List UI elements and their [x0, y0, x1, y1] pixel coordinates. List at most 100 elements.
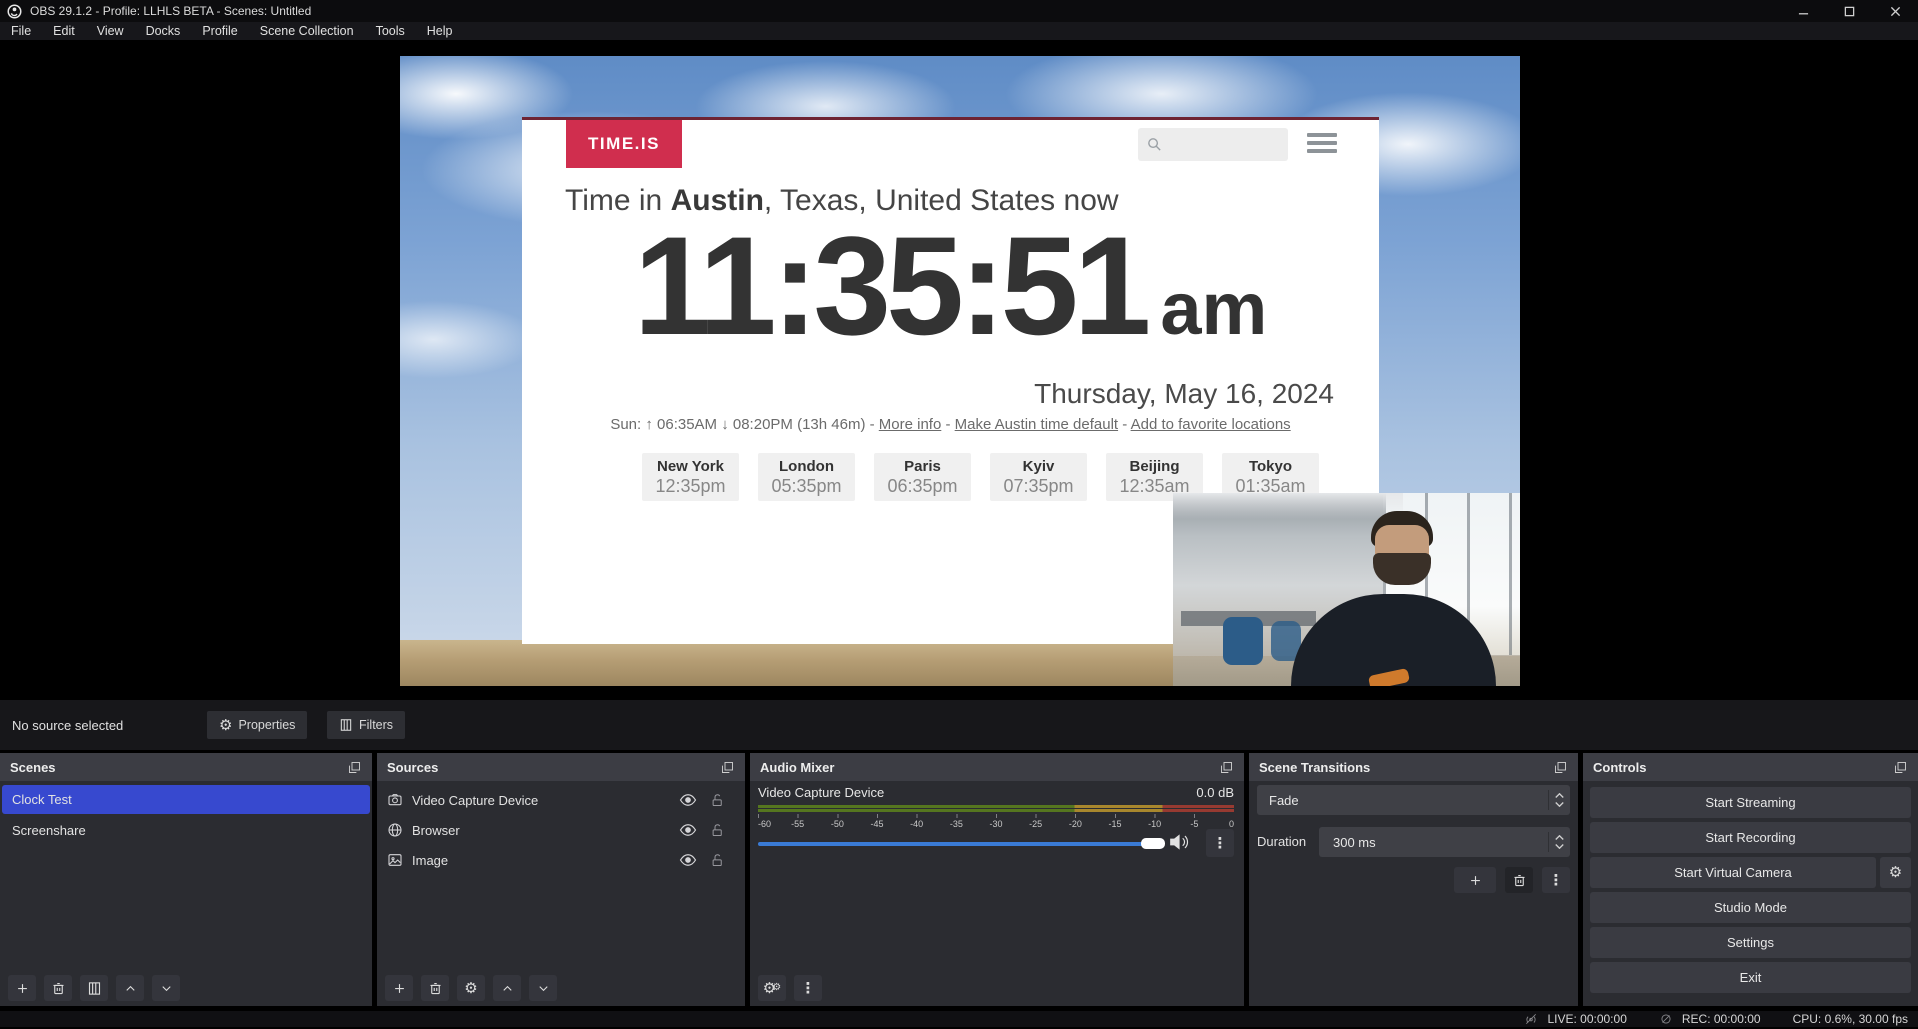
clock-meridiem: am [1160, 266, 1267, 351]
cpu-fps-stats: CPU: 0.6%, 30.00 fps [1793, 1012, 1908, 1026]
visibility-eye-icon[interactable] [679, 791, 697, 809]
advanced-audio-button[interactable]: ⚙⚙ [758, 975, 786, 1001]
window-title: OBS 29.1.2 - Profile: LLHLS BETA - Scene… [30, 4, 311, 18]
sources-list: Video Capture Device Browser Image [377, 781, 745, 875]
selection-toolbar: No source selected ⚙ Properties Filters [0, 700, 1918, 750]
sources-toolbar: ⚙ [385, 975, 557, 1001]
move-scene-down-button[interactable] [152, 975, 180, 1001]
mixer-level-value: 0.0 dB [1196, 785, 1234, 800]
start-streaming-button[interactable]: Start Streaming [1590, 787, 1911, 818]
duration-input[interactable]: 300 ms [1319, 827, 1570, 857]
titlebar: OBS 29.1.2 - Profile: LLHLS BETA - Scene… [0, 0, 1918, 22]
controls-header: Controls [1583, 753, 1918, 781]
minimize-button[interactable] [1780, 0, 1826, 22]
gear-icon: ⚙ [219, 718, 232, 733]
source-properties-button[interactable]: ⚙ [457, 975, 485, 1001]
stream-inactive-icon [1524, 1012, 1538, 1026]
lock-icon[interactable] [710, 793, 725, 808]
duration-label: Duration [1257, 827, 1306, 857]
transition-select[interactable]: Fade [1257, 785, 1570, 815]
menu-item-help[interactable]: Help [416, 22, 464, 40]
city-box: London 05:35pm [758, 453, 855, 501]
channel-menu-button[interactable]: ⋮ [1206, 829, 1234, 857]
popout-icon[interactable] [720, 760, 735, 775]
remove-transition-button[interactable] [1505, 867, 1533, 893]
start-recording-button[interactable]: Start Recording [1590, 822, 1911, 853]
popout-icon[interactable] [347, 760, 362, 775]
move-source-up-button[interactable] [493, 975, 521, 1001]
mixer-channel-name: Video Capture Device [758, 785, 884, 800]
filter-icon [339, 718, 353, 732]
virtual-camera-settings-button[interactable]: ⚙ [1880, 857, 1911, 888]
statusbar: LIVE: 00:00:00 REC: 00:00:00 CPU: 0.6%, … [0, 1011, 1918, 1027]
timeis-date: Thursday, May 16, 2024 [1034, 378, 1334, 410]
menu-item-docks[interactable]: Docks [135, 22, 192, 40]
audio-mixer-header: Audio Mixer [750, 753, 1244, 781]
window-controls [1780, 0, 1918, 22]
city-box: Kyiv 07:35pm [990, 453, 1087, 501]
add-transition-button[interactable] [1454, 867, 1496, 893]
gear-icon: ⚙ [464, 981, 477, 996]
record-inactive-icon [1659, 1012, 1673, 1026]
popout-icon[interactable] [1893, 760, 1908, 775]
timeis-logo: TIME.IS [566, 120, 682, 168]
menu-item-tools[interactable]: Tools [365, 22, 416, 40]
search-icon [1146, 136, 1163, 153]
obs-logo-icon [7, 4, 22, 19]
volume-slider[interactable] [758, 837, 1160, 851]
hamburger-icon [1307, 133, 1337, 157]
remove-source-button[interactable] [421, 975, 449, 1001]
scene-filters-button[interactable] [80, 975, 108, 1001]
filters-button[interactable]: Filters [327, 711, 405, 739]
preview-area: TIME.IS Time in Austin, Texas, United St… [0, 40, 1918, 700]
add-source-button[interactable] [385, 975, 413, 1001]
spinner-arrows-icon[interactable] [1548, 832, 1570, 852]
menu-item-profile[interactable]: Profile [191, 22, 248, 40]
scene-row[interactable]: Clock Test [2, 785, 370, 814]
move-scene-up-button[interactable] [116, 975, 144, 1001]
volume-slider-handle[interactable] [1141, 838, 1165, 849]
lock-icon[interactable] [710, 853, 725, 868]
visibility-eye-icon[interactable] [679, 851, 697, 869]
menu-item-edit[interactable]: Edit [42, 22, 86, 40]
person-beard [1373, 553, 1431, 585]
remove-scene-button[interactable] [44, 975, 72, 1001]
gear-icon: ⚙ [1889, 865, 1902, 880]
scenes-dock-header: Scenes [0, 753, 372, 781]
menubar: File Edit View Docks Profile Scene Colle… [0, 22, 1918, 40]
add-scene-button[interactable] [8, 975, 36, 1001]
camera-icon [387, 792, 403, 808]
visibility-eye-icon[interactable] [679, 821, 697, 839]
start-virtual-camera-button[interactable]: Start Virtual Camera [1590, 857, 1876, 888]
menu-item-scene-collection[interactable]: Scene Collection [249, 22, 365, 40]
exit-button[interactable]: Exit [1590, 962, 1911, 993]
city-box: Paris 06:35pm [874, 453, 971, 501]
lock-icon[interactable] [710, 823, 725, 838]
mixer-menu-button[interactable]: ⋮ [794, 975, 822, 1001]
move-source-down-button[interactable] [529, 975, 557, 1001]
source-row[interactable]: Image [377, 845, 745, 875]
timeis-search-box [1138, 128, 1288, 161]
image-icon [387, 852, 403, 868]
speaker-icon[interactable] [1168, 831, 1190, 853]
settings-button[interactable]: Settings [1590, 927, 1911, 958]
mixer-toolbar: ⚙⚙ ⋮ [758, 975, 822, 1001]
live-timer: LIVE: 00:00:00 [1547, 1012, 1626, 1026]
program-canvas[interactable]: TIME.IS Time in Austin, Texas, United St… [400, 56, 1520, 686]
menu-item-view[interactable]: View [86, 22, 135, 40]
scene-row[interactable]: Screenshare [2, 816, 370, 845]
source-row[interactable]: Browser [377, 815, 745, 845]
menu-item-file[interactable]: File [0, 22, 42, 40]
transition-menu-button[interactable]: ⋮ [1542, 867, 1570, 893]
popout-icon[interactable] [1553, 760, 1568, 775]
scene-transitions-dock: Scene Transitions Fade Duration 300 ms ⋮ [1249, 753, 1578, 1006]
studio-mode-button[interactable]: Studio Mode [1590, 892, 1911, 923]
close-button[interactable] [1872, 0, 1918, 22]
city-box: New York 12:35pm [642, 453, 739, 501]
properties-button[interactable]: ⚙ Properties [207, 711, 307, 739]
popout-icon[interactable] [1219, 760, 1234, 775]
source-selection-status: No source selected [12, 718, 123, 733]
volume-meter [758, 805, 1234, 813]
source-row[interactable]: Video Capture Device [377, 785, 745, 815]
maximize-button[interactable] [1826, 0, 1872, 22]
